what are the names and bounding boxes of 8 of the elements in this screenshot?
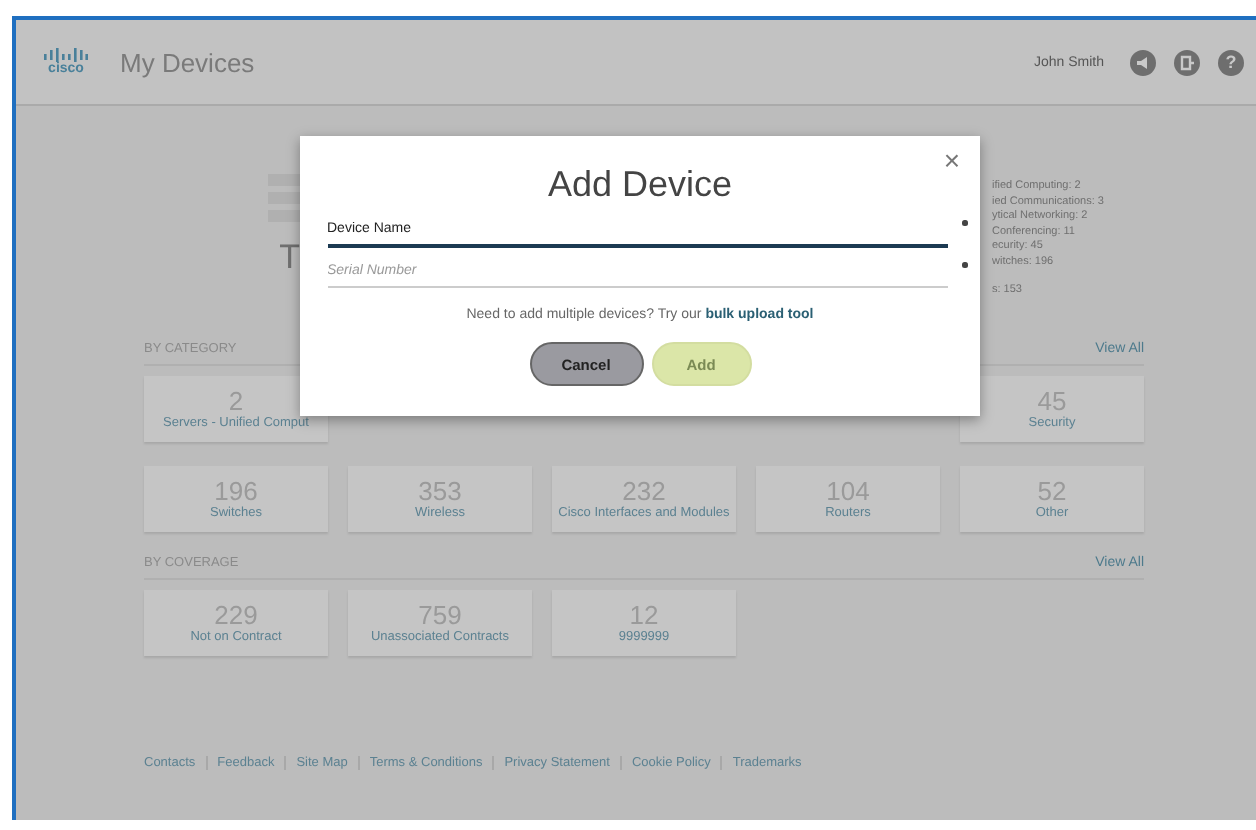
page-title: My Devices [120,47,255,77]
megaphone-icon[interactable] [1130,49,1156,75]
chart-title: T [279,238,300,278]
exit-icon[interactable] [1174,49,1200,75]
dialog-title: Add Device [547,164,733,206]
help-icon[interactable]: ? [1218,49,1244,75]
close-button[interactable]: × [943,146,960,174]
logo-bars-icon [44,47,88,61]
